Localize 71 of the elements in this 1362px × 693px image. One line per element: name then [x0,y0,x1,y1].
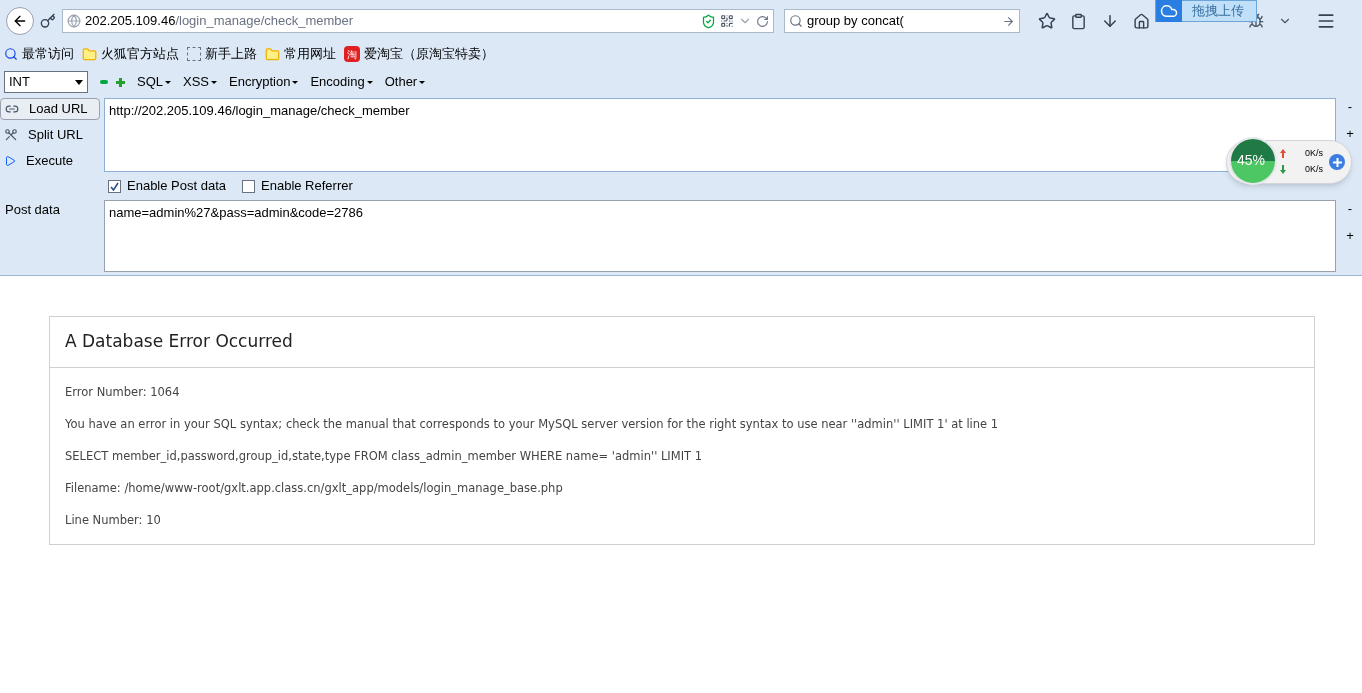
menu-button[interactable]: SQL [137,72,171,92]
memory-percent: 45% [1237,153,1266,167]
checkbox-label: Enable Referrer [261,177,353,196]
bookmark-link[interactable]: 新手上路 [205,44,257,64]
upload-tab[interactable]: 拖拽上传 [1155,0,1257,22]
memory-ball-drawing [1231,139,1275,183]
bookmark-link[interactable]: 最常访问 [22,44,74,64]
plus-circle-icon[interactable] [1329,154,1345,170]
bookmark-link[interactable]: 常用网址 [284,44,336,64]
back-button[interactable] [6,7,34,35]
error-title: A Database Error Occurred [50,317,1314,368]
caret-icon [211,80,218,84]
error-line: You have an error in your SQL syntax; check the manual that corresponds to your MySQL server version for the right syntax to use near ''admin'' LIMIT 1' at line 1 [65,415,1000,433]
caret-icon [292,80,299,84]
caret-icon [165,80,171,84]
cloud-icon [1156,0,1182,22]
download-icon[interactable] [1101,12,1119,30]
clipboard-icon[interactable] [1070,12,1087,30]
url-text: 202.205.109.46/login_manage/check_member [85,12,355,31]
search-field[interactable]: group by concat( [784,9,1020,33]
post-data-textarea[interactable]: name=admin%27&pass=admin&code=2786 [104,200,1336,272]
scissors-icon [4,128,18,142]
folder-icon [265,46,280,62]
home-icon[interactable] [1133,12,1150,30]
address-bar[interactable]: 202.205.109.46/login_manage/check_member [62,9,774,33]
error-line: Line Number: 10 [65,511,162,529]
taobao-badge: 淘 [344,46,360,62]
dashed-page-icon [187,47,201,61]
post-data-label: Post data [4,201,61,219]
plus-icon[interactable] [116,77,125,87]
checkbox[interactable] [108,179,121,193]
execute-url-button[interactable]: Execute [0,150,100,172]
error-line: SELECT member_id,password,group_id,state,type FROM class_admin_member WHERE name= 'admin'' LIMIT 1 [65,447,704,465]
shield-icon [701,13,716,29]
minus-button[interactable]: - [1347,100,1353,113]
error-line: Error Number: 1064 [65,383,181,401]
checkbox-label: Enable Post data [127,177,227,196]
menu-icon[interactable] [1316,11,1336,31]
upload-speed: 0K/s [1305,149,1323,158]
check-icon [110,181,119,191]
bookmark-link[interactable]: 爱淘宝（原淘宝特卖） [364,44,494,64]
folder-icon [82,46,97,62]
minus-button[interactable]: - [1347,202,1353,215]
bookmark-link[interactable]: 火狐官方站点 [101,44,179,64]
star-icon[interactable] [1038,12,1056,30]
split-url-button[interactable]: Split URL [0,124,100,146]
key-icon [40,13,56,29]
play-icon [4,155,16,167]
plus-button[interactable]: + [1346,127,1354,140]
search-icon [789,14,803,28]
caret-icon [419,80,426,84]
go-arrow-icon[interactable] [1002,14,1015,28]
error-line: Filename: /home/www-root/gxlt.app.class.cn/gxlt_app/models/login_manage_base.php [65,479,564,497]
menu-button[interactable]: Other [384,72,426,92]
search-icon [4,47,18,61]
plus-button[interactable]: + [1346,229,1354,242]
caret-icon [366,80,373,84]
search-text: group by concat( [807,12,905,31]
globe-icon [67,14,81,28]
qr-code-icon[interactable] [720,14,734,28]
download-speed: 0K/s [1305,165,1323,174]
checkbox[interactable] [242,179,256,193]
link-icon [5,102,19,116]
menu-button[interactable]: XSS [183,72,218,92]
menu-button[interactable]: Encoding [310,72,373,92]
load-url-button[interactable]: Load URL [0,98,100,120]
reload-icon[interactable] [756,14,769,28]
type-select[interactable]: INT [4,71,88,93]
menu-button[interactable]: Encryption [229,72,299,92]
down-arrow-icon [1280,165,1286,174]
up-arrow-icon [1280,149,1286,158]
